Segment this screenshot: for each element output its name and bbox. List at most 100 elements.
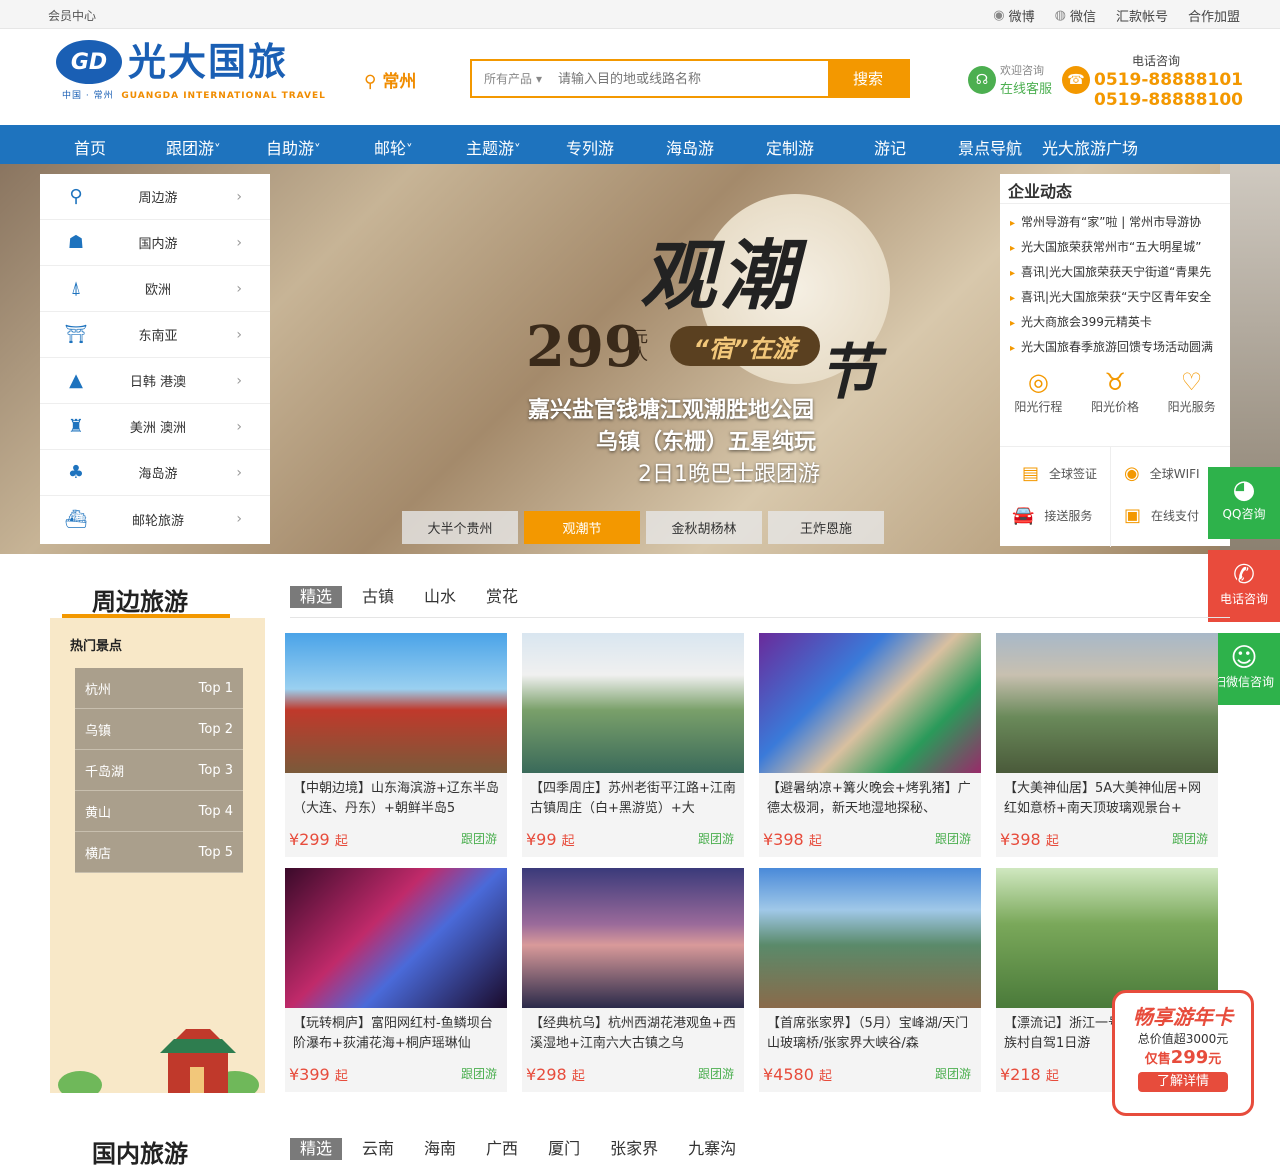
news-item[interactable]: 光大国旅荣获常州市“五大明星城” bbox=[1010, 235, 1222, 260]
nav-train-tour[interactable]: 专列游 bbox=[566, 135, 614, 159]
search-box: 所有产品▾ 搜索 bbox=[470, 59, 910, 98]
nav-home[interactable]: 首页 bbox=[74, 135, 106, 159]
menu-item-japan-korea[interactable]: ▲ 日韩 港澳 › bbox=[40, 358, 270, 404]
hot-spot-item[interactable]: 乌镇 Top 2 bbox=[75, 709, 243, 750]
wechat-consult-button[interactable]: ☺ 扫微信咨询 bbox=[1208, 633, 1280, 705]
tab-featured[interactable]: 精选 bbox=[290, 1138, 343, 1160]
promo-title: 畅享游年卡 bbox=[1133, 1005, 1233, 1029]
news-item[interactable]: 光大国旅春季旅游回馈专场活动圆满 bbox=[1010, 335, 1222, 360]
wechat-link[interactable]: ◍ 微信 bbox=[1055, 6, 1096, 25]
piggy-bank-icon: ♉ bbox=[1104, 368, 1126, 396]
section-tabs-nearby: 精选 古镇 山水 赏花 bbox=[290, 586, 528, 608]
tab-landscape[interactable]: 山水 bbox=[414, 586, 466, 608]
nav-travel-notes[interactable]: 游记 bbox=[874, 135, 906, 159]
product-title: 【大美神仙居】5A大美神仙居+网红如意桥+南天顶玻璃观景台+ bbox=[1004, 781, 1202, 816]
service-visa[interactable]: ▤ 全球签证 bbox=[1022, 463, 1097, 484]
chevron-right-icon: › bbox=[236, 372, 242, 389]
product-card[interactable]: 【大美神仙居】5A大美神仙居+网红如意桥+南天顶玻璃观景台+ ¥398 起 跟团… bbox=[996, 633, 1218, 857]
news-item[interactable]: 常州导游有“家”啦 | 常州市导游协 bbox=[1010, 210, 1222, 235]
join-link[interactable]: 合作加盟 bbox=[1188, 6, 1240, 25]
product-card[interactable]: 【中朝边境】山东海滨游+辽东半岛（大连、丹东）+朝鲜半岛5 ¥299 起 跟团游 bbox=[285, 633, 507, 857]
menu-item-americas[interactable]: ♜ 美洲 澳洲 › bbox=[40, 404, 270, 450]
product-card[interactable]: 【首席张家界】（5月）宝峰湖/天门山玻璃桥/张家界大峡谷/森 ¥4580 起 跟… bbox=[759, 868, 981, 1092]
qq-consult-button[interactable]: ◕ QQ咨询 bbox=[1208, 467, 1280, 539]
tab-flowers[interactable]: 赏花 bbox=[476, 586, 528, 608]
menu-item-domestic[interactable]: ☗ 国内游 › bbox=[40, 220, 270, 266]
phone-consult-button[interactable]: ✆ 电话咨询 bbox=[1208, 550, 1280, 622]
promo-details-button[interactable]: 了解详情 bbox=[1138, 1072, 1228, 1092]
product-card[interactable]: 【经典杭乌】杭州西湖花港观鱼+西溪湿地+江南六大古镇之乌 ¥298 起 跟团游 bbox=[522, 868, 744, 1092]
banner-tab[interactable]: 大半个贵州 bbox=[402, 511, 518, 544]
product-price: ¥399 起 bbox=[289, 1065, 348, 1084]
nav-theme-tour[interactable]: 主题游˅ bbox=[466, 135, 521, 159]
news-item[interactable]: 喜讯|光大国旅荣获天宁街道“青果先 bbox=[1010, 260, 1222, 285]
service-wifi[interactable]: ◉ 全球WIFI bbox=[1124, 463, 1200, 484]
banner-tab[interactable]: 金秋胡杨林 bbox=[646, 511, 762, 544]
city-selector[interactable]: ⚲ 常州 bbox=[364, 67, 416, 92]
nav-self-tour[interactable]: 自助游˅ bbox=[266, 135, 321, 159]
nav-group-tour[interactable]: 跟团游˅ bbox=[166, 135, 221, 159]
phone-number-2: 0519-88888100 bbox=[1094, 90, 1243, 110]
menu-item-southeast-asia[interactable]: ⛩ 东南亚 › bbox=[40, 312, 270, 358]
nav-scenic-guide[interactable]: 景点导航 bbox=[958, 135, 1022, 159]
chevron-right-icon: › bbox=[236, 234, 242, 251]
hot-spot-item[interactable]: 黄山 Top 4 bbox=[75, 791, 243, 832]
product-image bbox=[522, 633, 744, 773]
product-price: ¥218 起 bbox=[1000, 1065, 1059, 1084]
tab-xiamen[interactable]: 厦门 bbox=[538, 1138, 590, 1160]
hot-spot-item[interactable]: 横店 Top 5 bbox=[75, 832, 243, 873]
hot-spot-item[interactable]: 千岛湖 Top 3 bbox=[75, 750, 243, 791]
section-tabs-domestic: 精选 云南 海南 广西 厦门 张家界 九寨沟 bbox=[290, 1138, 746, 1160]
tab-jiuzhaigou[interactable]: 九寨沟 bbox=[678, 1138, 746, 1160]
menu-item-cruise[interactable]: ⛴ 邮轮旅游 › bbox=[40, 496, 270, 542]
menu-item-island[interactable]: ♣ 海岛游 › bbox=[40, 450, 270, 496]
main-nav: 首页 跟团游˅ 自助游˅ 邮轮˅ 主题游˅ 专列游 海岛游 定制游 游记 景点导… bbox=[0, 125, 1280, 164]
feature-price[interactable]: ♉ 阳光价格 bbox=[1091, 368, 1139, 415]
search-button[interactable]: 搜索 bbox=[828, 61, 908, 96]
news-item[interactable]: 喜讯|光大国旅荣获“天宁区青年安全 bbox=[1010, 285, 1222, 310]
nav-custom-tour[interactable]: 定制游 bbox=[766, 135, 814, 159]
menu-item-nearby[interactable]: ⚲ 周边游 › bbox=[40, 174, 270, 220]
service-payment[interactable]: ▣ 在线支付 bbox=[1124, 505, 1199, 526]
tab-featured[interactable]: 精选 bbox=[290, 586, 343, 608]
nav-travel-plaza[interactable]: 光大旅游广场 bbox=[1042, 135, 1138, 159]
member-center-link[interactable]: 会员中心 bbox=[48, 7, 96, 24]
nav-island-tour[interactable]: 海岛游 bbox=[666, 135, 714, 159]
search-input[interactable] bbox=[554, 61, 828, 96]
tab-hainan[interactable]: 海南 bbox=[414, 1138, 466, 1160]
logo-mark: GD bbox=[56, 40, 122, 84]
tab-zhangjiajie[interactable]: 张家界 bbox=[600, 1138, 668, 1160]
search-category-select[interactable]: 所有产品 ▾ bbox=[472, 61, 554, 96]
banner-tab-active[interactable]: 观潮节 bbox=[524, 511, 640, 544]
phone-number-1: 0519-88888101 bbox=[1094, 70, 1243, 90]
product-card[interactable]: 【玩转桐庐】富阳网红村-鱼鳞坝台阶瀑布+荻浦花海+桐庐瑶琳仙 ¥399 起 跟团… bbox=[285, 868, 507, 1092]
tab-yunnan[interactable]: 云南 bbox=[352, 1138, 404, 1160]
banner-tab[interactable]: 王炸恩施 bbox=[768, 511, 884, 544]
hot-spot-item[interactable]: 杭州 Top 1 bbox=[75, 668, 243, 709]
nav-cruise[interactable]: 邮轮˅ bbox=[374, 135, 413, 159]
remit-account-link[interactable]: 汇款帐号 bbox=[1116, 6, 1168, 25]
online-service[interactable]: ☊ 欢迎咨询 在线客服 bbox=[968, 62, 1052, 97]
product-card[interactable]: 【避暑纳凉+篝火晚会+烤乳猪】广德太极洞，新天地湿地探秘、 ¥398 起 跟团游 bbox=[759, 633, 981, 857]
product-price: ¥398 起 bbox=[763, 830, 822, 849]
news-list: 常州导游有“家”啦 | 常州市导游协 光大国旅荣获常州市“五大明星城” 喜讯|光… bbox=[1000, 204, 1230, 360]
news-item[interactable]: 光大商旅会399元精英卡 bbox=[1010, 310, 1222, 335]
menu-item-europe[interactable]: ⍋ 欧洲 › bbox=[40, 266, 270, 312]
banner-price-unit: 元人 bbox=[632, 327, 649, 364]
wifi-icon: ◉ bbox=[1124, 463, 1140, 484]
annual-card-promo[interactable]: 畅享游年卡 总价值超3000元 仅售299元 了解详情 bbox=[1112, 990, 1254, 1116]
tab-guangxi[interactable]: 广西 bbox=[476, 1138, 528, 1160]
phone-icon: ✆ bbox=[1233, 560, 1255, 590]
feature-service[interactable]: ♡ 阳光服务 bbox=[1168, 368, 1216, 415]
promo-price: 仅售299元 bbox=[1144, 1047, 1222, 1068]
site-logo[interactable]: GD 光大国旅 bbox=[56, 40, 288, 84]
product-card[interactable]: 【四季周庄】苏州老街平江路+江南古镇周庄（白+黑游览）+大 ¥99 起 跟团游 bbox=[522, 633, 744, 857]
feature-icons: ◎ 阳光行程 ♉ 阳光价格 ♡ 阳光服务 bbox=[1000, 368, 1230, 415]
car-icon: 🚘 bbox=[1012, 505, 1035, 526]
product-title: 【避暑纳凉+篝火晚会+烤乳猪】广德太极洞，新天地湿地探秘、 bbox=[767, 781, 971, 816]
product-price: ¥99 起 bbox=[526, 830, 575, 849]
weibo-link[interactable]: ◉ 微博 bbox=[993, 6, 1034, 25]
tab-ancient-town[interactable]: 古镇 bbox=[352, 586, 404, 608]
feature-itinerary[interactable]: ◎ 阳光行程 bbox=[1014, 368, 1062, 415]
service-transfer[interactable]: 🚘 接送服务 bbox=[1012, 505, 1092, 526]
